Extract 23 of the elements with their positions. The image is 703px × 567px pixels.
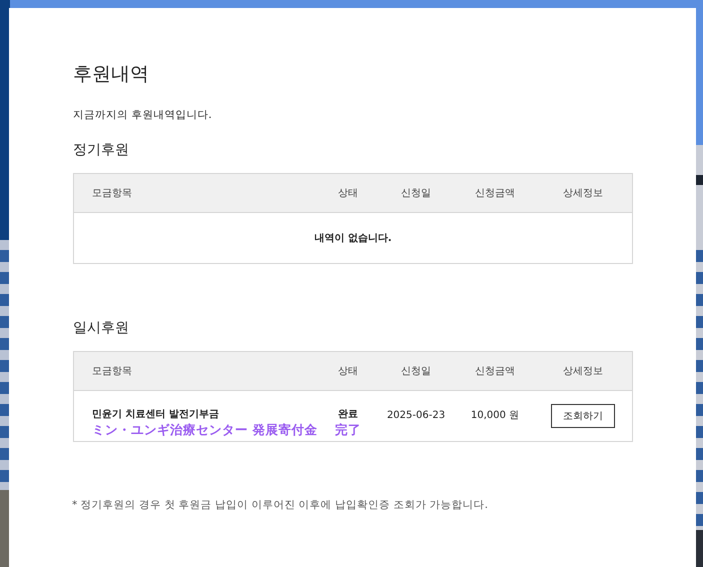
column-header: 신청금액 [474,365,516,378]
translation-text: 完了 [335,422,361,438]
empty-message: 내역이 없습니다. [314,232,392,245]
table-cell: 완료 [338,408,358,422]
table-cell: 민윤기 치료센터 발전기부금 [92,408,219,422]
page-title: 후원내역 [73,62,150,86]
footnote: * 정기후원의 경우 첫 후원금 납입이 이루어진 이후에 납입확인증 조회가 가능합니다. [72,498,489,512]
column-header: 상세정보 [562,187,604,200]
column-header: 신청일 [400,365,432,378]
table-cell: 2025-06-23 [386,409,446,423]
column-header: 상태 [337,187,359,200]
column-header: 상태 [337,365,359,378]
view-button[interactable]: 조회하기 [551,404,615,428]
translation-text: ミン・ユンギ治療センター 発展寄付金 [92,422,318,438]
section-title: 일시후원 [73,319,130,338]
section-title: 정기후원 [73,141,130,160]
column-header: 모금항목 [91,187,133,200]
page-description: 지금까지의 후원내역입니다. [73,108,213,122]
column-header: 신청일 [400,187,432,200]
column-header: 모금항목 [91,365,133,378]
table-cell: 10,000 원 [470,409,520,423]
column-header: 상세정보 [562,365,604,378]
column-header: 신청금액 [474,187,516,200]
